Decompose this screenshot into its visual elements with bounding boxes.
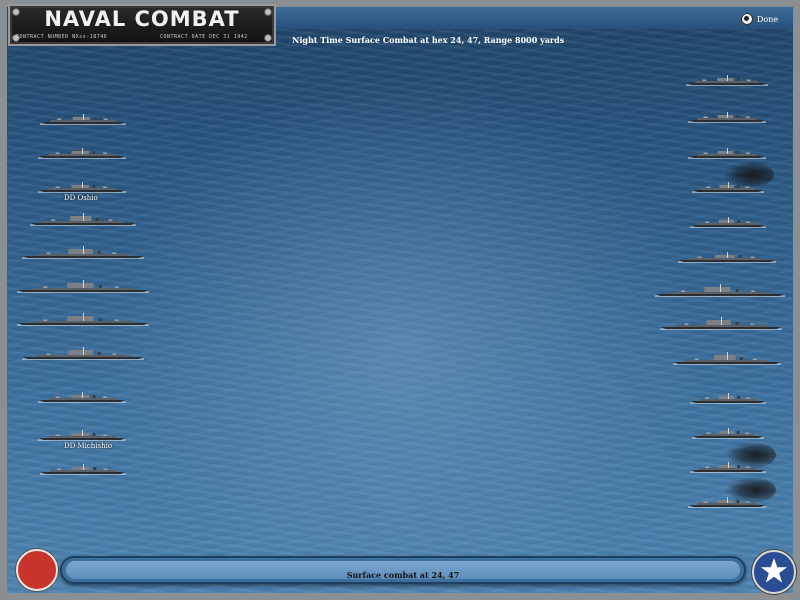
ship-silhouette-icon [692,428,764,439]
ship-name-label: DD Michishio [64,442,113,450]
ship-silhouette-icon [673,352,781,365]
smoke-icon [724,162,774,188]
ship-silhouette-icon [690,393,766,404]
contract-number: CONTRACT NUMBER NXss-18746 [16,34,108,40]
ship-silhouette-icon [40,464,126,475]
allied-ship[interactable] [686,73,768,87]
ship-silhouette-icon [17,280,149,293]
ship-silhouette-icon [690,217,766,228]
allied-ship[interactable] [655,284,785,298]
allied-ship[interactable] [688,110,766,124]
ship-silhouette-icon [30,213,136,226]
allied-ship[interactable] [673,352,781,366]
allied-ship[interactable] [690,215,766,229]
allied-ship[interactable] [688,146,766,160]
ship-silhouette-icon [22,347,144,360]
done-label: Done [757,14,779,24]
japanese-ship[interactable] [17,313,149,327]
japanese-ship[interactable] [38,146,126,160]
sea-background [7,7,793,593]
allied-ship[interactable] [692,426,764,440]
ship-silhouette-icon [660,317,782,330]
ship-silhouette-icon [38,430,126,441]
ship-silhouette-icon [688,148,766,159]
top-bar [272,7,793,29]
japanese-ship[interactable] [38,428,126,442]
japanese-ship[interactable] [22,347,144,361]
radio-button-icon [741,13,753,25]
star-icon [761,558,787,583]
japanese-ship[interactable] [38,180,126,194]
japanese-ship[interactable] [30,213,136,227]
ship-silhouette-icon [38,182,126,193]
bolt-icon [264,34,272,42]
japanese-ship[interactable] [38,390,126,404]
allied-ship[interactable] [690,391,766,405]
status-bar-inner: Surface combat at 24, 47 [66,561,740,580]
smoke-icon [726,442,776,468]
done-button[interactable]: Done [741,13,778,25]
ship-silhouette-icon [38,392,126,403]
ship-silhouette-icon [17,313,149,326]
ship-silhouette-icon [686,75,768,86]
japanese-ship[interactable] [22,246,144,260]
ship-silhouette-icon [22,246,144,259]
title-plate: NAVAL COMBAT CONTRACT NUMBER NXss-18746 … [8,4,276,46]
japanese-ship[interactable] [17,280,149,294]
ship-silhouette-icon [40,114,126,125]
allied-ship[interactable] [660,317,782,331]
status-message: Surface combat at 24, 47 [346,570,460,580]
combat-header: Night Time Surface Combat at hex 24, 47,… [292,35,565,45]
contract-date: CONTRACT DATE DEC 31 1942 [160,34,248,40]
ship-silhouette-icon [678,252,776,263]
game-title: NAVAL COMBAT [44,7,240,31]
ship-silhouette-icon [38,148,126,159]
white-star-roundel-icon[interactable] [752,550,796,594]
japanese-ship[interactable] [40,112,126,126]
status-bar: Surface combat at 24, 47 [60,556,746,584]
ship-silhouette-icon [655,284,785,297]
ship-silhouette-icon [688,112,766,123]
smoke-icon [726,477,776,503]
ship-name-label: DD Oshio [64,194,98,202]
rising-sun-roundel-icon[interactable] [16,549,58,591]
allied-ship[interactable] [678,250,776,264]
japanese-ship[interactable] [40,462,126,476]
